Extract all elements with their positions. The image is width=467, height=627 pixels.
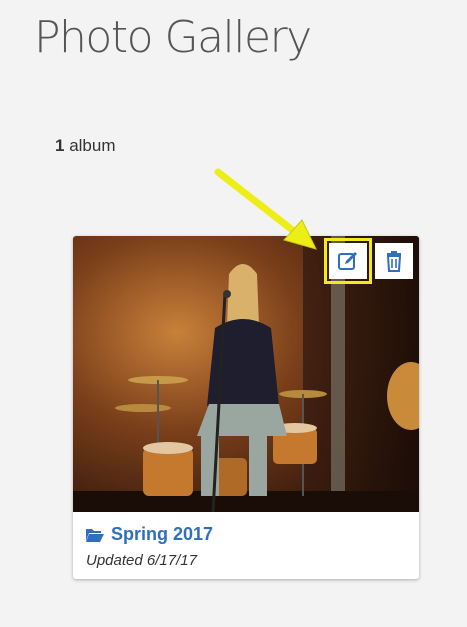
album-title: Spring 2017: [111, 524, 214, 544]
album-cover-photo[interactable]: [73, 236, 419, 512]
edit-icon: [338, 252, 357, 270]
album-count: 1 album: [55, 136, 116, 156]
album-title-link[interactable]: Spring 2017: [85, 524, 213, 545]
album-card[interactable]: Spring 2017 Updated 6/17/17: [73, 236, 419, 579]
trash-icon: [386, 251, 402, 272]
delete-album-button[interactable]: [375, 243, 413, 279]
album-count-suffix: album: [64, 136, 116, 155]
album-card-footer: Spring 2017 Updated 6/17/17: [73, 512, 419, 579]
edit-album-button[interactable]: [324, 238, 372, 284]
folder-open-icon: [86, 528, 104, 542]
album-updated-date: Updated 6/17/17: [86, 552, 197, 569]
page-title: Photo Gallery: [34, 12, 312, 63]
